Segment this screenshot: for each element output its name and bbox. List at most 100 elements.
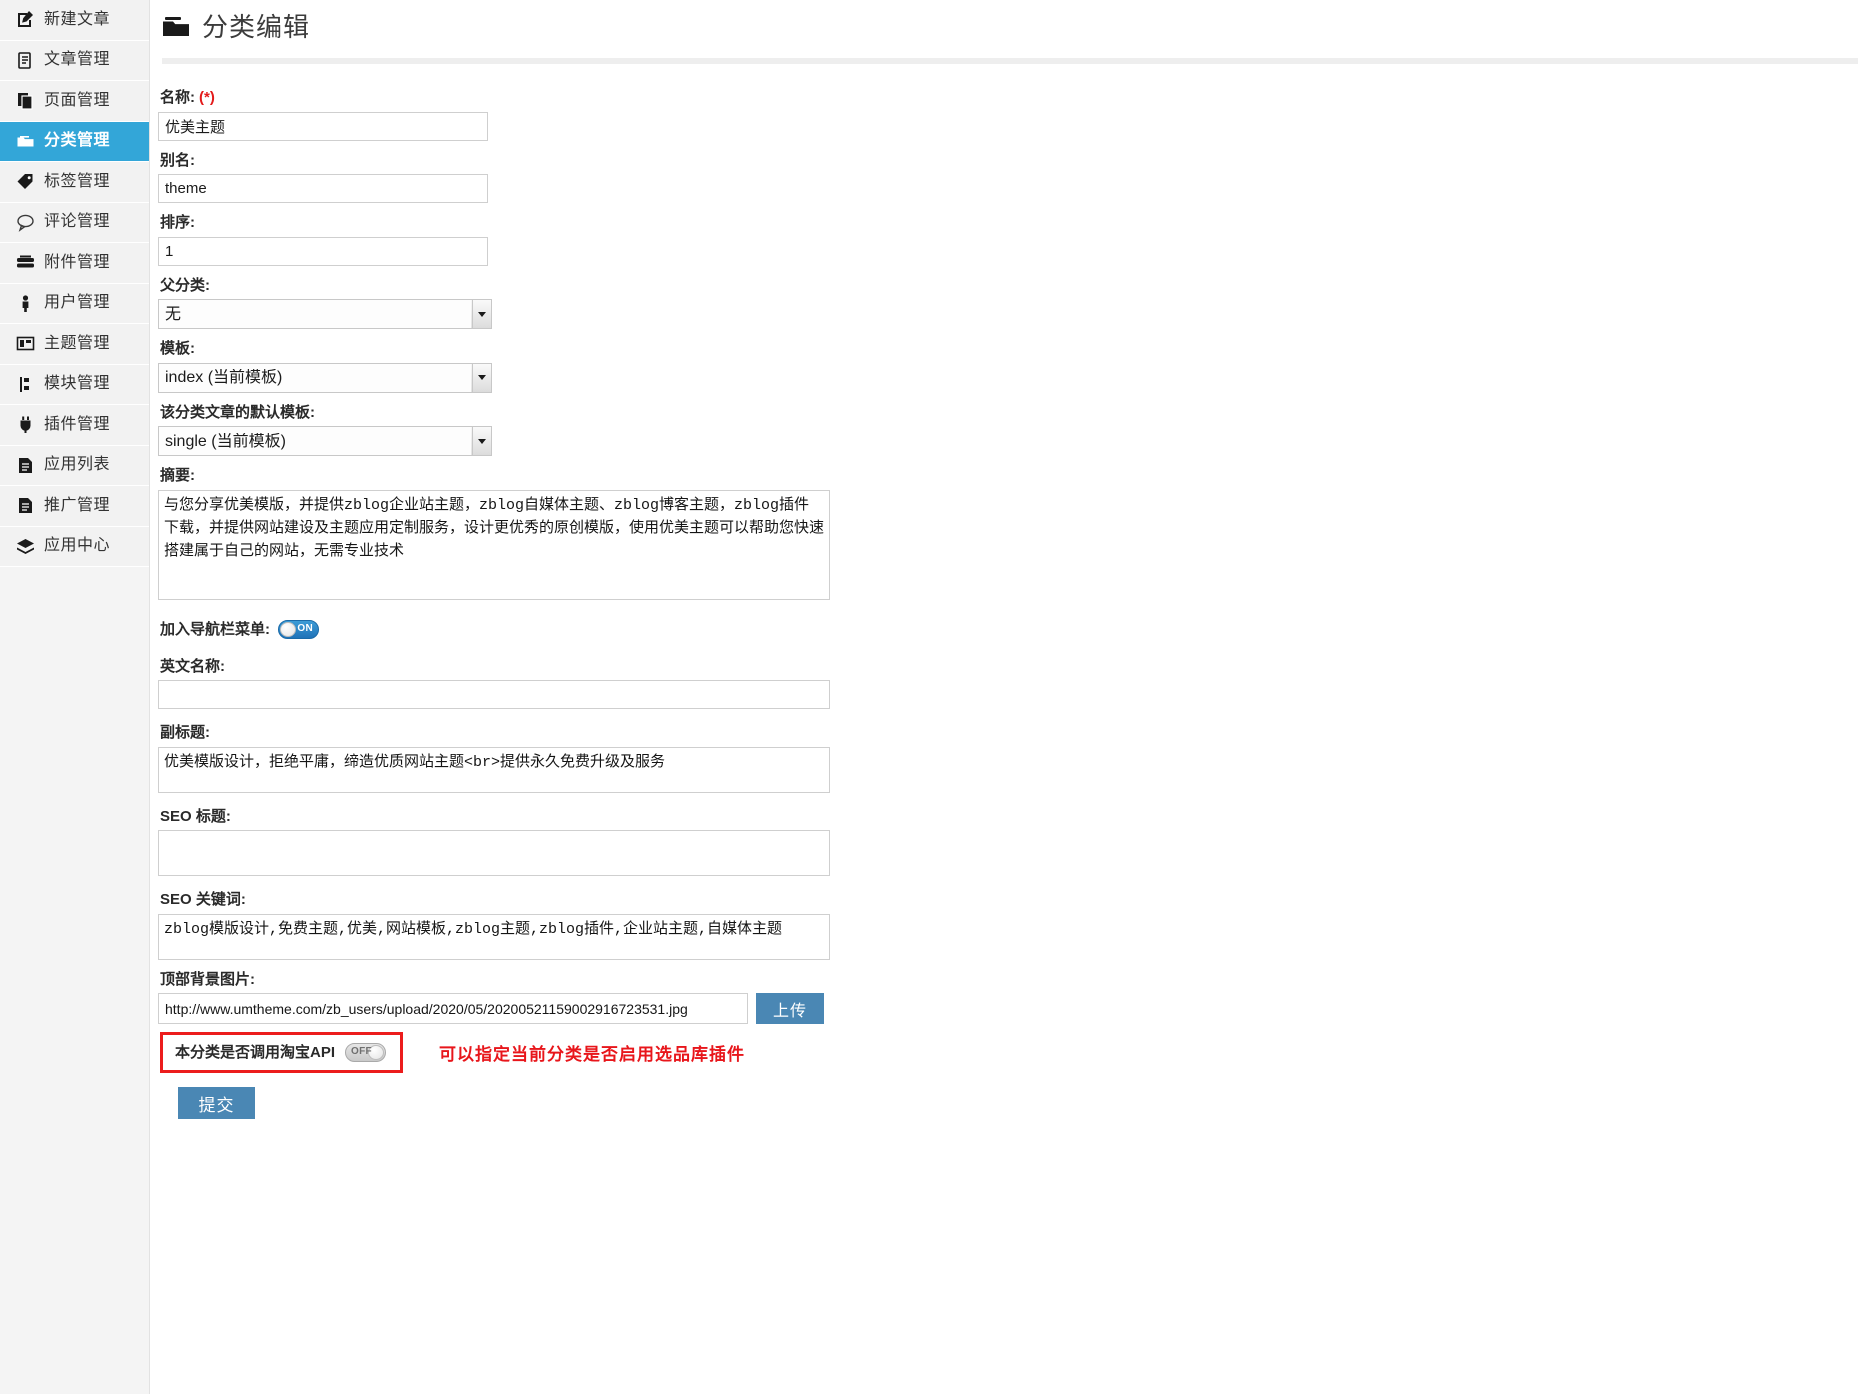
sidebar-item-category-manage[interactable]: 分类管理 — [0, 121, 149, 162]
default-article-template-select[interactable]: single (当前模板) — [158, 426, 492, 456]
field-template: 模板: index (当前模板) — [158, 340, 1858, 393]
module-icon — [16, 375, 35, 394]
upload-button[interactable]: 上传 — [756, 993, 825, 1024]
field-english-name: 英文名称: — [158, 658, 1858, 709]
parent-category-select[interactable]: 无 — [158, 299, 492, 329]
category-manage-icon — [16, 132, 35, 151]
page-manage-icon — [16, 91, 35, 110]
sidebar-item-label: 主题管理 — [44, 334, 111, 352]
sidebar-item-label: 分类管理 — [44, 132, 111, 150]
default-article-template-label: 该分类文章的默认模板: — [160, 403, 315, 421]
required-marker: (*) — [199, 89, 215, 106]
name-label: 名称: (*) — [158, 89, 1858, 107]
field-seo-title: SEO 标题: — [158, 807, 1858, 876]
page-header: 分类编辑 — [150, 0, 1858, 40]
sidebar-item-label: 页面管理 — [44, 91, 111, 109]
sidebar-item-app-center[interactable]: 应用中心 — [0, 526, 149, 567]
sidebar-item-label: 模块管理 — [44, 375, 111, 393]
sidebar-item-article-manage[interactable]: 文章管理 — [0, 40, 149, 81]
sidebar-item-comment-manage[interactable]: 评论管理 — [0, 202, 149, 243]
sidebar-item-label: 用户管理 — [44, 294, 111, 312]
sidebar-item-tag-manage[interactable]: 标签管理 — [0, 162, 149, 203]
folder-icon — [162, 15, 190, 39]
summary-textarea[interactable]: 与您分享优美模版，并提供zblog企业站主题，zblog自媒体主题、zblog博… — [158, 489, 830, 600]
page-title: 分类编辑 — [202, 12, 311, 42]
template-select[interactable]: index (当前模板) — [158, 362, 492, 393]
sidebar-item-theme-manage[interactable]: 主题管理 — [0, 324, 149, 365]
seo-keywords-label: SEO 关键词: — [160, 891, 246, 908]
field-summary: 摘要: 与您分享优美模版，并提供zblog企业站主题，zblog自媒体主题、zb… — [158, 467, 1858, 600]
user-icon — [16, 294, 35, 313]
app-list-icon — [16, 456, 35, 475]
sidebar-item-label: 应用列表 — [44, 456, 111, 474]
main-content: 分类编辑 名称:(*) 别名: 排序: — [150, 0, 1858, 1394]
top-background-image-label: 顶部背景图片: — [160, 970, 255, 988]
taobao-api-row: 本分类是否调用淘宝API OFF 可以指定当前分类是否启用选品库插件 — [158, 1032, 1858, 1073]
taobao-api-toggle-state: OFF — [351, 1046, 372, 1057]
sidebar-item-plugin-manage[interactable]: 插件管理 — [0, 405, 149, 446]
toggle-knob — [280, 621, 296, 637]
name-input[interactable] — [158, 111, 488, 141]
sidebar-item-page-manage[interactable]: 页面管理 — [0, 81, 149, 122]
sidebar-item-app-list[interactable]: 应用列表 — [0, 445, 149, 486]
field-name: 名称: (*) — [158, 89, 1858, 141]
order-input[interactable] — [158, 236, 488, 266]
sidebar-item-label: 应用中心 — [44, 537, 111, 555]
comment-icon — [16, 213, 35, 232]
sidebar-item-label: 新建文章 — [44, 10, 111, 28]
category-edit-form: 名称:(*) 别名: 排序: 父分类: — [150, 64, 1858, 1119]
plugin-icon — [16, 415, 35, 434]
sidebar-item-label: 推广管理 — [44, 496, 111, 514]
theme-icon — [16, 334, 35, 353]
parent-category-label: 父分类: — [160, 276, 210, 294]
upload-row: 上传 — [158, 993, 1858, 1024]
default-article-template-select-wrap: single (当前模板) — [158, 426, 492, 456]
sidebar-item-label: 附件管理 — [44, 253, 111, 271]
field-order: 排序: — [158, 214, 1858, 266]
top-background-image-input[interactable] — [158, 993, 748, 1024]
sidebar-item-attachment-manage[interactable]: 附件管理 — [0, 243, 149, 284]
field-parent-category: 父分类: 无 — [158, 276, 1858, 329]
field-top-background-image: 顶部背景图片: 上传 — [158, 970, 1858, 1024]
promotion-icon — [16, 496, 35, 515]
sidebar-nav: 新建文章 文章管理 页面管理 分类管理 标签管理 评论管理 附件管理 用户管理 … — [0, 0, 150, 1394]
tag-icon — [16, 172, 35, 191]
submit-button[interactable]: 提交 — [178, 1087, 255, 1119]
article-manage-icon — [16, 51, 35, 70]
template-label: 模板: — [160, 340, 195, 357]
taobao-api-label: 本分类是否调用淘宝API — [175, 1044, 336, 1061]
taobao-api-toggle[interactable]: OFF — [345, 1043, 387, 1062]
seo-keywords-textarea[interactable]: zblog模版设计,免费主题,优美,网站模板,zblog主题,zblog插件,企… — [158, 913, 830, 960]
admin-page: 新建文章 文章管理 页面管理 分类管理 标签管理 评论管理 附件管理 用户管理 … — [0, 0, 1858, 1394]
subtitle-label: 副标题: — [160, 724, 210, 741]
new-article-icon — [16, 10, 35, 29]
subtitle-textarea[interactable]: 优美模版设计，拒绝平庸，缔造优质网站主题<br>提供永久免费升级及服务 — [158, 746, 830, 793]
seo-title-textarea[interactable] — [158, 830, 830, 876]
attachment-icon — [16, 253, 35, 272]
annotation-text: 可以指定当前分类是否启用选品库插件 — [439, 1045, 746, 1064]
sidebar-item-user-manage[interactable]: 用户管理 — [0, 283, 149, 324]
sidebar-item-new-article[interactable]: 新建文章 — [0, 0, 149, 41]
parent-category-select-wrap: 无 — [158, 299, 492, 329]
app-center-icon — [16, 537, 35, 556]
template-select-wrap: index (当前模板) — [158, 362, 492, 393]
field-seo-keywords: SEO 关键词: zblog模版设计,免费主题,优美,网站模板,zblog主题,… — [158, 891, 1858, 960]
taobao-api-highlight-box: 本分类是否调用淘宝API OFF — [160, 1032, 404, 1073]
order-label: 排序: — [160, 214, 195, 231]
field-alias: 别名: — [158, 151, 1858, 203]
seo-title-label: SEO 标题: — [160, 807, 231, 825]
alias-input[interactable] — [158, 174, 488, 203]
field-default-article-template: 该分类文章的默认模板: single (当前模板) — [158, 403, 1858, 456]
nav-menu-toggle[interactable]: ON — [278, 619, 319, 639]
nav-menu-toggle-state: ON — [297, 622, 313, 634]
english-name-input[interactable] — [158, 680, 830, 709]
nav-menu-label: 加入导航栏菜单: — [160, 620, 270, 638]
sidebar-item-module-manage[interactable]: 模块管理 — [0, 364, 149, 405]
field-subtitle: 副标题: 优美模版设计，拒绝平庸，缔造优质网站主题<br>提供永久免费升级及服务 — [158, 724, 1858, 793]
sidebar-item-promotion-manage[interactable]: 推广管理 — [0, 486, 149, 527]
alias-label: 别名: — [160, 151, 195, 169]
sidebar-item-label: 评论管理 — [44, 213, 111, 231]
name-label-text: 名称: — [160, 89, 195, 106]
sidebar-item-label: 文章管理 — [44, 51, 111, 69]
field-nav-menu: 加入导航栏菜单: ON — [158, 619, 1858, 639]
